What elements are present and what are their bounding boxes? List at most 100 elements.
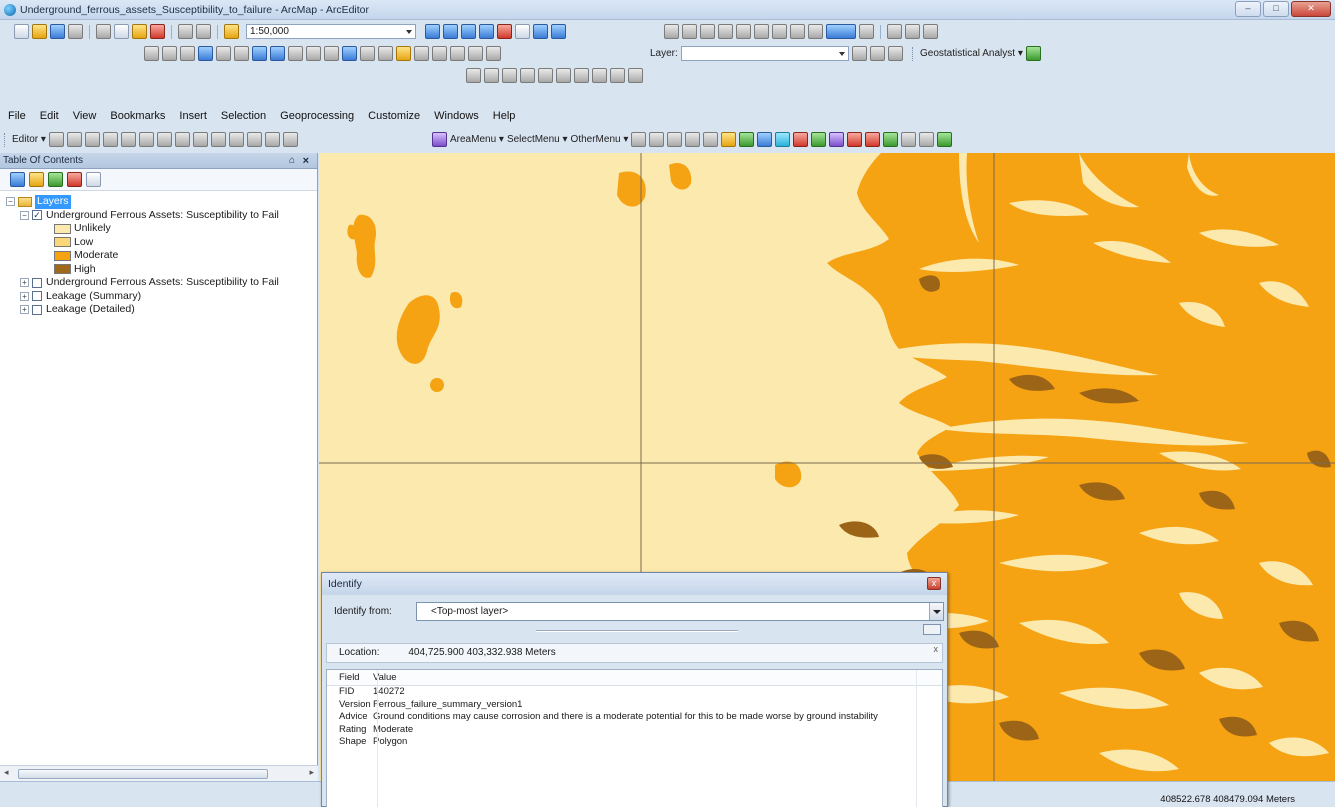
globe-tool-icon[interactable] <box>757 132 773 147</box>
identify-from-dropdown[interactable]: <Top-most layer> <box>416 602 944 621</box>
circle-tool-icon[interactable] <box>937 132 953 147</box>
chevron-down-icon[interactable] <box>929 603 943 620</box>
sketch-properties-icon[interactable] <box>264 132 280 147</box>
contrast-icon[interactable] <box>851 46 867 61</box>
point-icon[interactable] <box>138 132 154 147</box>
menu-geoprocessing[interactable]: Geoprocessing <box>280 110 354 122</box>
list-by-visibility-icon[interactable] <box>48 172 63 187</box>
marker-tool-icon[interactable] <box>865 132 881 147</box>
table-row[interactable]: Rating Moderate <box>327 724 942 737</box>
go-to-xy-icon[interactable] <box>450 46 465 61</box>
cut-icon[interactable] <box>96 24 111 39</box>
geostatistical-wizard-icon[interactable] <box>1025 46 1041 61</box>
network-tool-icon[interactable] <box>829 132 845 147</box>
fixed-zoom-in-page-icon[interactable] <box>754 24 769 39</box>
grid-icon[interactable] <box>667 132 683 147</box>
georef-icon-1[interactable] <box>466 68 481 83</box>
straight-segment-icon[interactable] <box>84 132 100 147</box>
open-folder-icon[interactable] <box>32 24 47 39</box>
paste-icon[interactable] <box>132 24 147 39</box>
arctoolbox-icon[interactable] <box>497 24 512 39</box>
data-driven-pages-icon[interactable] <box>923 24 938 39</box>
layer-dropdown[interactable] <box>680 46 849 61</box>
list-by-source-icon[interactable] <box>29 172 44 187</box>
identify-icon[interactable] <box>342 46 357 61</box>
zoom-out-icon[interactable] <box>162 46 177 61</box>
layer-visibility-checkbox[interactable] <box>32 291 42 302</box>
copy-icon[interactable] <box>114 24 129 39</box>
collapse-icon[interactable]: − <box>6 197 15 207</box>
bar-tool-icon[interactable] <box>793 132 809 147</box>
table-row[interactable]: Advice Ground conditions may cause corro… <box>327 711 942 724</box>
shape-tool-icon[interactable] <box>901 132 917 147</box>
other-menu[interactable]: OtherMenu ▾ <box>571 134 629 145</box>
identify-view-toggle-icon[interactable] <box>923 624 941 635</box>
change-layout-icon[interactable] <box>905 24 920 39</box>
pan-icon[interactable] <box>180 46 195 61</box>
menu-selection[interactable]: Selection <box>221 110 266 122</box>
go-forward-icon[interactable] <box>270 46 285 61</box>
cut-polygons-icon[interactable] <box>192 132 208 147</box>
layer-name[interactable]: Underground Ferrous Assets: Susceptibili… <box>46 276 279 290</box>
scroll-right-icon[interactable]: ▸ <box>309 767 314 778</box>
find-icon[interactable] <box>414 46 429 61</box>
fixed-zoom-in-icon[interactable] <box>216 46 231 61</box>
layers-root-label[interactable]: Layers <box>35 195 71 209</box>
list-by-drawing-order-icon[interactable] <box>10 172 25 187</box>
zoom-whole-page-icon[interactable] <box>718 24 733 39</box>
georef-icon-9[interactable] <box>610 68 625 83</box>
layout-dropdown-icon[interactable] <box>859 24 874 39</box>
select-menu[interactable]: SelectMenu ▾ <box>507 134 568 145</box>
column-header-value[interactable]: Value <box>371 670 397 685</box>
edit-annotation-icon[interactable] <box>66 132 82 147</box>
scroll-left-icon[interactable]: ◂ <box>4 767 9 778</box>
menu-file[interactable]: File <box>8 110 26 122</box>
georef-icon-6[interactable] <box>556 68 571 83</box>
georef-icon-7[interactable] <box>574 68 589 83</box>
table-row[interactable]: FID 140272 <box>327 686 942 699</box>
expand-icon[interactable]: + <box>20 291 29 301</box>
table-of-contents-icon[interactable] <box>443 24 458 39</box>
table-icon[interactable] <box>685 132 701 147</box>
split-icon[interactable] <box>210 132 226 147</box>
tree-layer[interactable]: + Leakage (Summary) <box>6 290 317 304</box>
identify-splitter[interactable] <box>536 630 738 632</box>
redo-icon[interactable] <box>196 24 211 39</box>
crosshair-icon[interactable] <box>631 132 647 147</box>
whats-this-icon[interactable] <box>551 24 566 39</box>
fixed-zoom-out-icon[interactable] <box>234 46 249 61</box>
location-close-icon[interactable]: x <box>934 640 939 658</box>
brightness-icon[interactable] <box>869 46 885 61</box>
layer-visibility-checkbox[interactable] <box>32 304 42 315</box>
menu-customize[interactable]: Customize <box>368 110 420 122</box>
save-icon[interactable] <box>50 24 65 39</box>
hyperlink-icon[interactable] <box>360 46 375 61</box>
maximize-button[interactable]: □ <box>1263 1 1289 17</box>
georef-icon-3[interactable] <box>502 68 517 83</box>
georef-icon-10[interactable] <box>628 68 643 83</box>
new-document-icon[interactable] <box>14 24 29 39</box>
tree-layer[interactable]: + Leakage (Detailed) <box>6 303 317 317</box>
layer-name[interactable]: Leakage (Detailed) <box>46 303 135 317</box>
area-menu[interactable]: AreaMenu ▾ <box>450 134 504 145</box>
zoom-page-out-icon[interactable] <box>682 24 697 39</box>
layer-name[interactable]: Underground Ferrous Assets: Susceptibili… <box>46 209 279 223</box>
tree-layer[interactable]: + Underground Ferrous Assets: Susceptibi… <box>6 276 317 290</box>
toc-horizontal-scrollbar[interactable]: ◂ ▸ <box>0 765 318 781</box>
html-popup-icon[interactable] <box>378 46 393 61</box>
scrollbar-thumb[interactable] <box>18 769 268 779</box>
edit-vertices-icon[interactable] <box>156 132 172 147</box>
identify-title-bar[interactable]: Identify x <box>322 573 947 595</box>
georef-icon-5[interactable] <box>538 68 553 83</box>
fixed-zoom-out-page-icon[interactable] <box>772 24 787 39</box>
expand-icon[interactable]: + <box>20 305 29 315</box>
chart-icon[interactable] <box>703 132 719 147</box>
undo-icon[interactable] <box>178 24 193 39</box>
find-route-icon[interactable] <box>432 46 447 61</box>
go-forward-extent-page-icon[interactable] <box>808 24 823 39</box>
collapse-icon[interactable]: − <box>20 210 29 220</box>
transparency-icon[interactable] <box>887 46 903 61</box>
layer-name[interactable]: Leakage (Summary) <box>46 290 141 304</box>
zoom-in-icon[interactable] <box>144 46 159 61</box>
tree-tool-icon[interactable] <box>811 132 827 147</box>
